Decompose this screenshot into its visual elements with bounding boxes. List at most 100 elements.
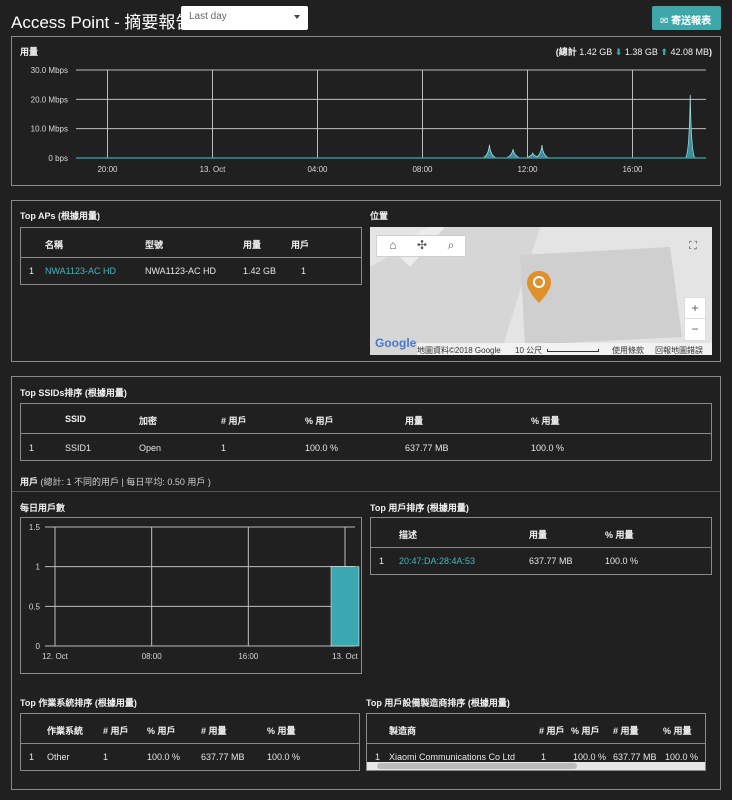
mail-icon: ✉ [660, 16, 669, 27]
map-terms-link[interactable]: 使用條款 [612, 345, 644, 355]
table-row-rank: 1 [29, 443, 35, 453]
ssid-encryption: Open [139, 443, 162, 453]
col-num-usage: # 用量 [613, 726, 639, 736]
clients-panel: Top SSIDs排序 (根據用量) SSID 加密 # 用戶 % 用戶 用量 … [11, 376, 721, 790]
fullscreen-icon[interactable]: ⛶ [682, 235, 704, 257]
y-tick-label: 0 [36, 642, 41, 651]
x-tick-label: 13. Oct [332, 652, 359, 661]
map-data-credit: 地圖資料©2018 Google [417, 346, 501, 355]
daily-users-chart-frame: 0 0.5 1 1.5 12. Oct 08:00 16:00 13. Oct [20, 517, 362, 674]
x-tick-label: 20:00 [97, 165, 118, 174]
col-num-users: # 用戶 [221, 416, 247, 426]
bar [330, 566, 360, 647]
usage-panel: 用量 (總計 1.42 GB ⬇ 1.38 GB ⬆ 42.08 MB) 0 b… [11, 36, 721, 186]
page-title: Access Point - 摘要報告 [11, 13, 193, 32]
vendor-name: Xiaomi Communications Co Ltd [389, 752, 516, 762]
chevron-down-icon [294, 15, 300, 19]
ssid-usage: 637.77 MB [405, 443, 449, 453]
usage-peak [684, 94, 696, 159]
horizontal-scrollbar[interactable] [367, 762, 705, 770]
map-scale-label: 10 公尺 [515, 346, 543, 355]
vendor-pct-users: 100.0 % [573, 752, 607, 762]
y-tick-label: 1.5 [29, 523, 41, 532]
x-tick-label: 04:00 [307, 165, 328, 174]
col-encryption: 加密 [139, 416, 158, 426]
col-pct-users: % 用戶 [305, 416, 334, 426]
location-label: 位置 [370, 211, 389, 221]
col-description: 描述 [399, 530, 418, 540]
os-name: Other [47, 752, 70, 762]
col-pct-usage: % 用量 [531, 416, 560, 426]
col-num-users: # 用戶 [103, 726, 129, 736]
x-tick-label: 08:00 [412, 165, 433, 174]
y-tick-label: 20.0 Mbps [31, 95, 68, 104]
col-pct-usage: % 用量 [605, 530, 634, 540]
col-usage: 用量 [243, 240, 262, 250]
col-pct-usage: % 用量 [663, 726, 692, 736]
col-pct-users: % 用戶 [147, 726, 176, 736]
map-scale-bar [547, 349, 599, 352]
table-row-rank: 1 [375, 752, 381, 762]
home-icon[interactable]: ⌂ [385, 238, 401, 252]
top-ssids-label: Top SSIDs排序 (根據用量) [20, 388, 127, 398]
users-summary: (總計: 1 不同的用戶 | 每日平均: 0.50 用戶 ) [40, 477, 211, 487]
usage-peak [482, 144, 497, 159]
map-footer: 地圖資料©2018 Google 10 公尺 使用條款 回報地圖錯誤 [417, 343, 712, 355]
col-users: 用戶 [291, 240, 310, 250]
top-aps-table: 名稱 型號 用量 用戶 1 NWA1123-AC HD NWA1123-AC H… [20, 227, 362, 285]
x-tick-label: 16:00 [238, 652, 259, 661]
locate-icon[interactable]: ✣ [414, 238, 430, 252]
ap-name-link[interactable]: NWA1123-AC HD [45, 266, 116, 276]
col-usage: 用量 [529, 530, 548, 540]
y-tick-label: 0 bps [48, 154, 68, 163]
google-logo: Google [375, 336, 417, 350]
top-aps-label: Top APs (根據用量) [20, 211, 100, 221]
col-usage: 用量 [405, 416, 424, 426]
col-num-usage: # 用量 [201, 726, 227, 736]
usage-peak [534, 145, 550, 159]
range-select[interactable]: Last day [181, 6, 308, 30]
map-report-link[interactable]: 回報地圖錯誤 [655, 345, 703, 355]
top-users-label: Top 用戶排序 (根據用量) [370, 503, 469, 513]
os-pct-users: 100.0 % [147, 752, 181, 762]
scrollbar-thumb[interactable] [377, 763, 577, 769]
top-users-table: 描述 用量 % 用量 1 20:47:DA:28:4A:53 637.77 MB… [370, 517, 712, 575]
os-pct-usage: 100.0 % [267, 752, 301, 762]
vendor-pct-usage: 100.0 % [665, 752, 699, 762]
table-row-rank: 1 [29, 266, 35, 276]
ssid-pct-users: 100.0 % [305, 443, 339, 453]
zoom-out-button[interactable]: − [685, 319, 705, 340]
users-label: 用戶 [20, 477, 39, 487]
x-tick-label: 16:00 [622, 165, 643, 174]
vendor-usage: 637.77 MB [613, 752, 657, 762]
user-usage: 637.77 MB [529, 556, 573, 566]
ap-model: NWA1123-AC HD [145, 266, 217, 276]
top-vendors-label: Top 用戶設備製造商排序 (根據用量) [366, 698, 510, 708]
col-num-users: # 用戶 [539, 726, 565, 736]
col-name: 名稱 [45, 240, 64, 250]
vendor-users: 1 [541, 752, 547, 762]
ap-users: 1 [301, 266, 307, 276]
ap-location-panel: Top APs (根據用量) 名稱 型號 用量 用戶 1 NWA1123-AC … [11, 200, 721, 362]
search-icon[interactable]: ⌕ [443, 238, 459, 253]
range-select-value: Last day [189, 11, 227, 22]
zoom-in-button[interactable]: + [685, 298, 705, 319]
user-pct-usage: 100.0 % [605, 556, 639, 566]
daily-users-chart: 0 0.5 1 1.5 12. Oct 08:00 16:00 13. Oct [29, 523, 360, 661]
ssid-users: 1 [221, 443, 227, 453]
usage-chart: 0 bps 10.0 Mbps 20.0 Mbps 30.0 Mbps 20:00 13.… [31, 66, 706, 174]
send-report-button[interactable]: ✉ 寄送報表 [652, 6, 721, 30]
col-os: 作業系統 [47, 726, 84, 736]
col-model: 型號 [145, 240, 164, 250]
location-map[interactable]: ⌂ ✣ ⌕ ⛶ + − Google 地圖資料©2018 Google 10 公… [370, 227, 712, 355]
top-os-label: Top 作業系統排序 (根據用量) [20, 698, 137, 708]
user-mac-link[interactable]: 20:47:DA:28:4A:53 [399, 556, 475, 566]
col-pct-usage: % 用量 [267, 726, 296, 736]
users-summary-line: 用戶 (總計: 1 不同的用戶 | 每日平均: 0.50 用戶 ) [20, 475, 211, 488]
zoom-control: + − [684, 297, 706, 341]
x-tick-label: 08:00 [142, 652, 163, 661]
col-vendor: 製造商 [389, 726, 417, 736]
top-os-table: 作業系統 # 用戶 % 用戶 # 用量 % 用量 1 Other 1 100.0… [20, 713, 360, 771]
y-tick-label: 1 [36, 563, 41, 572]
top-ssids-table: SSID 加密 # 用戶 % 用戶 用量 % 用量 1 SSID1 Open 1… [20, 403, 712, 461]
